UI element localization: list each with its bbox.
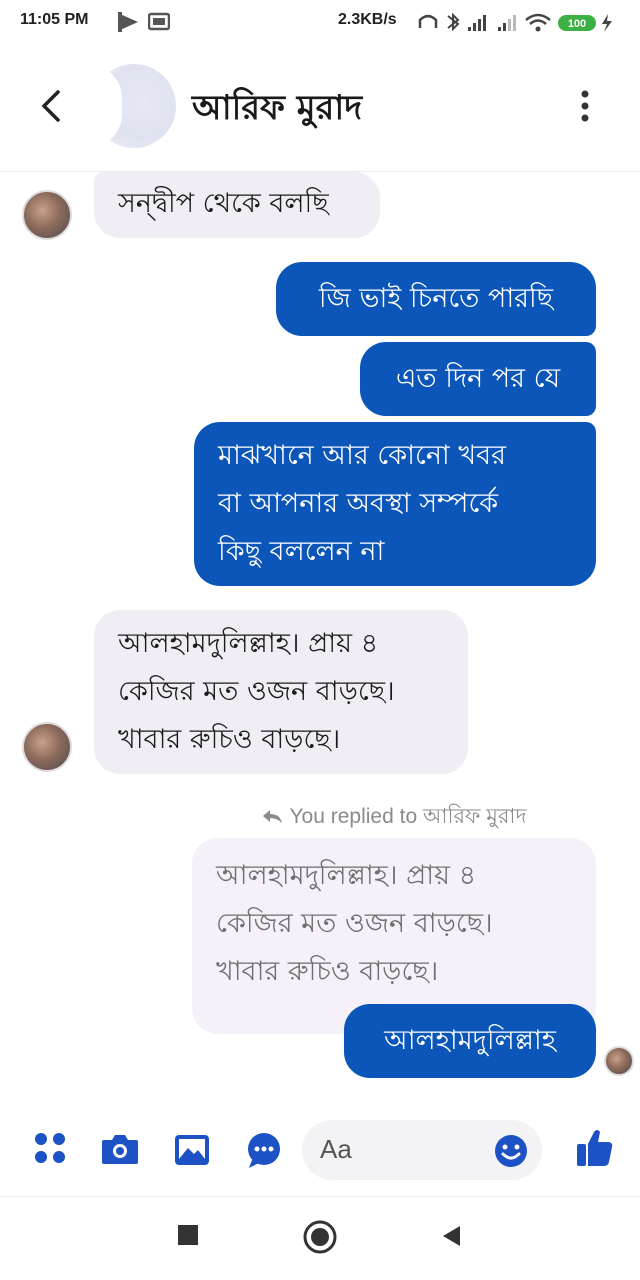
message-line: মাঝখানে আর কোনো খবর: [218, 440, 506, 471]
home-icon[interactable]: [302, 1219, 338, 1255]
emoji-icon[interactable]: [494, 1134, 528, 1168]
battery-level: 100: [568, 18, 586, 30]
message-text: এত দিন পর যে: [395, 363, 561, 394]
system-nav-bar: [0, 1196, 640, 1280]
thumbs-up-icon[interactable]: [574, 1126, 614, 1166]
contact-name[interactable]: আরিফ মুরাদ: [192, 82, 362, 139]
message-line: খাবার রুচিও বাড়ছে।: [118, 724, 341, 755]
play-store-icon: [118, 12, 138, 32]
seen-avatar: [604, 1046, 634, 1076]
net-speed: 2.3KB/s: [338, 11, 397, 28]
message-line: কেজির মত ওজন বাড়ছে।: [118, 676, 395, 707]
more-options-icon[interactable]: [570, 84, 600, 128]
camera-icon[interactable]: [100, 1130, 140, 1170]
quoted-line: খাবার রুচিও বাড়ছে।: [216, 956, 439, 987]
sender-avatar[interactable]: [22, 190, 72, 240]
message-bubble[interactable]: এত দিন পর যে: [360, 342, 596, 416]
status-icons: 100: [418, 12, 612, 32]
message-bubble[interactable]: আলহামদুলিল্লাহ। প্রায় ৪ কেজির মত ওজন বা…: [94, 610, 468, 774]
message-text: সন্দ্বীপ থেকে বলছি: [118, 188, 329, 219]
quoted-line: কেজির মত ওজন বাড়ছে।: [216, 908, 493, 939]
message-line: কিছু বললেন না: [218, 536, 385, 567]
contact-avatar[interactable]: [88, 64, 176, 148]
back-arrow-icon[interactable]: [32, 82, 72, 130]
status-bar: 11:05 PM 2.3KB/s 100: [0, 0, 640, 44]
apps-menu-icon[interactable]: [32, 1130, 72, 1170]
chat-header: আরিফ মুরাদ: [0, 44, 640, 172]
recents-icon[interactable]: [178, 1225, 200, 1247]
message-input[interactable]: Aa: [302, 1120, 542, 1180]
message-bubble[interactable]: সন্দ্বীপ থেকে বলছি: [94, 172, 380, 238]
message-input-placeholder: Aa: [320, 1134, 352, 1164]
message-bubble[interactable]: জি ভাই চিনতে পারছি: [276, 262, 596, 336]
status-time: 11:05 PM: [20, 11, 89, 28]
message-line: আলহামদুলিল্লাহ। প্রায় ৪: [118, 628, 379, 659]
composer-bar: Aa: [0, 1108, 640, 1190]
chat-bubble-icon[interactable]: [244, 1130, 284, 1170]
message-bubble[interactable]: আলহামদুলিল্লাহ: [344, 1004, 596, 1078]
message-line: বা আপনার অবস্থা সম্পর্কে: [218, 488, 499, 519]
back-nav-icon[interactable]: [440, 1224, 462, 1248]
message-text: জি ভাই চিনতে পারছি: [318, 283, 554, 314]
quoted-line: আলহামদুলিল্লাহ। প্রায় ৪: [216, 860, 477, 891]
reply-note: You replied to আরিফ মুরাদ: [262, 800, 527, 835]
gallery-icon[interactable]: [172, 1130, 212, 1170]
gallery-icon: [148, 12, 170, 31]
sender-avatar[interactable]: [22, 722, 72, 772]
reply-arrow-icon: [263, 810, 282, 823]
message-bubble[interactable]: মাঝখানে আর কোনো খবর বা আপনার অবস্থা সম্প…: [194, 422, 596, 586]
message-text: আলহামদুলিল্লাহ: [384, 1025, 556, 1056]
reply-note-name: আরিফ মুরাদ: [422, 805, 527, 828]
reply-note-prefix: You replied to: [289, 805, 418, 828]
